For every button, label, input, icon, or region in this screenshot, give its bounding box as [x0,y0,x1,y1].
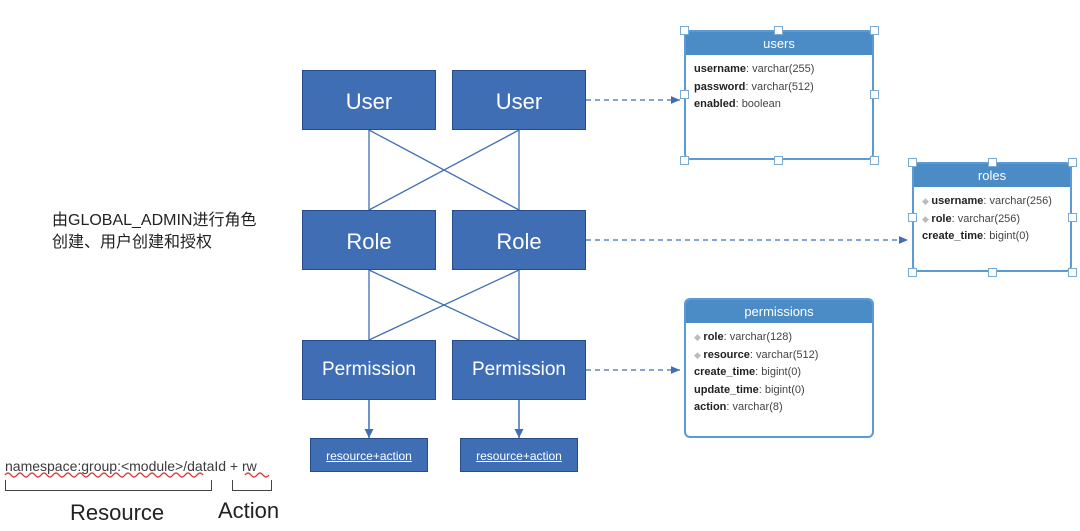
selection-handle[interactable] [870,26,879,35]
permissions-table-body: role: varchar(128)resource: varchar(512)… [686,323,872,423]
resource-action-box-left: resource+action [310,438,428,472]
role-box-right: Role [452,210,586,270]
role-box-left: Role [302,210,436,270]
selection-handle[interactable] [680,156,689,165]
user-box-left: User [302,70,436,130]
selection-handle[interactable] [908,213,917,222]
selection-handle[interactable] [1068,268,1077,277]
permissions-table: permissions role: varchar(128)resource: … [684,298,874,438]
selection-handle[interactable] [774,156,783,165]
selection-handle[interactable] [680,90,689,99]
roles-table: roles username: varchar(256)role: varcha… [912,162,1072,272]
selection-handle[interactable] [908,268,917,277]
selection-handle[interactable] [870,156,879,165]
selection-handle[interactable] [680,26,689,35]
users-table: users username: varchar(255)password: va… [684,30,874,160]
resource-action-box-right: resource+action [460,438,578,472]
permission-box-right: Permission [452,340,586,400]
user-box-right: User [452,70,586,130]
resource-bracket [5,480,212,491]
action-label: Action [218,498,279,524]
roles-table-title: roles [914,164,1070,187]
selection-handle[interactable] [870,90,879,99]
selection-handle[interactable] [988,268,997,277]
resource-label: Resource [70,500,164,526]
selection-handle[interactable] [988,158,997,167]
admin-note: 由GLOBAL_ADMIN进行角色创建、用户创建和授权 [52,210,272,255]
selection-handle[interactable] [908,158,917,167]
users-table-body: username: varchar(255)password: varchar(… [686,55,872,120]
resource-format-expression: namespace:group:<module>/dataId + rw [5,458,257,474]
selection-handle[interactable] [1068,158,1077,167]
selection-handle[interactable] [774,26,783,35]
permission-box-left: Permission [302,340,436,400]
roles-table-body: username: varchar(256)role: varchar(256)… [914,187,1070,252]
action-bracket [232,480,272,491]
permissions-table-title: permissions [686,300,872,323]
users-table-title: users [686,32,872,55]
selection-handle[interactable] [1068,213,1077,222]
